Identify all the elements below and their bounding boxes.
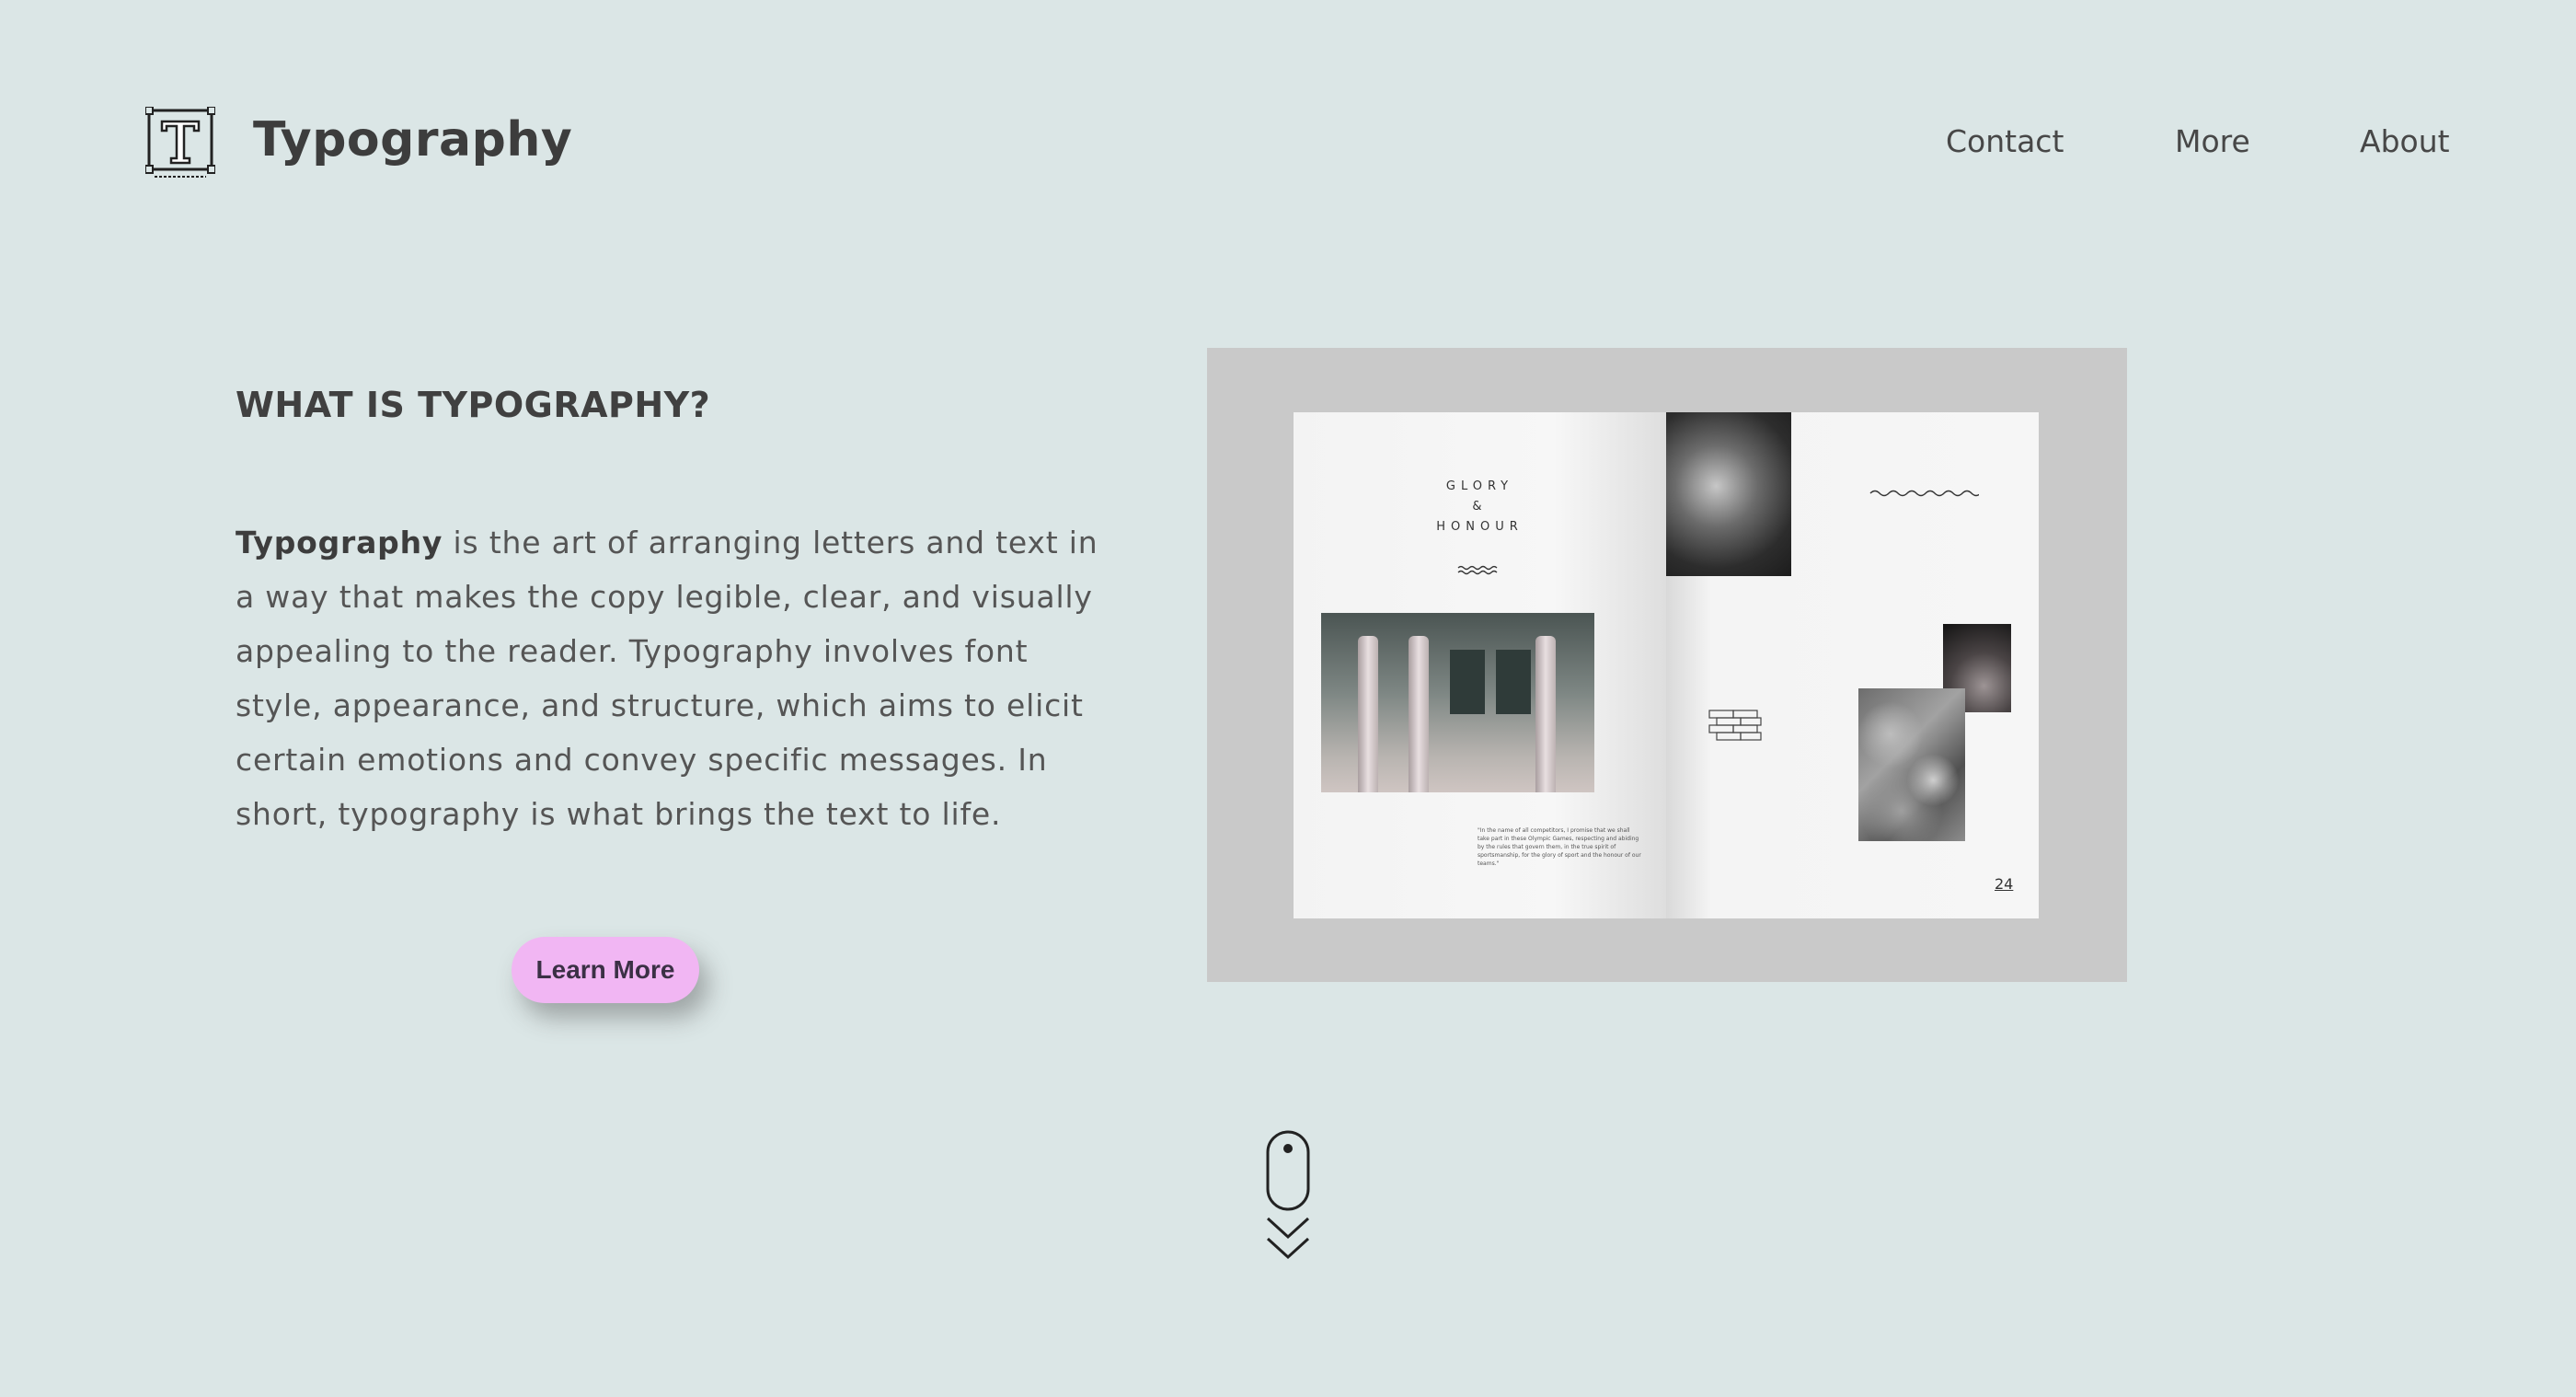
nav-more-link[interactable]: More [2175, 123, 2250, 159]
learn-more-button[interactable]: Learn More [512, 937, 699, 1003]
magazine-page-number: 24 [1995, 875, 2014, 893]
columns-photo [1321, 613, 1594, 792]
magazine-quote: "In the name of all competitors, I promi… [1478, 827, 1641, 867]
squiggle-icon [1457, 565, 1498, 575]
bricks-icon [1708, 710, 1762, 741]
typography-logo-icon[interactable] [145, 107, 215, 180]
wave-icon [1869, 490, 1979, 497]
rocks-photo [1858, 688, 1965, 841]
nav-contact-link[interactable]: Contact [1946, 123, 2064, 159]
section-heading: WHAT IS TYPOGRAPHY? [236, 385, 711, 425]
mask-photo [1666, 412, 1791, 576]
photo-window [1496, 650, 1531, 714]
magazine-left-page: GLORY & HONOUR "In the name of all compe… [1294, 412, 1666, 918]
intro-paragraph: Typography is the art of arranging lette… [236, 515, 1119, 841]
photo-column [1358, 636, 1378, 792]
magazine-title-line1: GLORY [1445, 479, 1514, 493]
brand-title[interactable]: Typography [253, 112, 572, 167]
magazine-title-line3: HONOUR [1436, 520, 1524, 534]
magazine-right-page: 24 [1666, 412, 2039, 918]
paragraph-bold-term: Typography [236, 525, 443, 560]
photo-window [1450, 650, 1485, 714]
magazine-title-line2: & [1472, 500, 1488, 514]
magazine-title: GLORY & HONOUR [1294, 477, 1666, 537]
photo-column [1535, 636, 1556, 792]
photo-column [1409, 636, 1429, 792]
magazine-image: GLORY & HONOUR "In the name of all compe… [1207, 348, 2127, 982]
mouse-scroll-down-icon[interactable] [1262, 1130, 1314, 1263]
page: Typography Contact More About WHAT IS TY… [0, 0, 2576, 1397]
paragraph-body: is the art of arranging letters and text… [236, 525, 1098, 832]
nav-about-link[interactable]: About [2360, 123, 2450, 159]
